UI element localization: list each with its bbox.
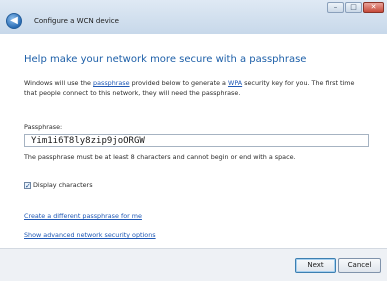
passphrase-label: Passphrase: bbox=[24, 123, 63, 131]
description-text: Windows will use the passphrase provided… bbox=[24, 78, 369, 98]
wizard-footer: Next Cancel bbox=[0, 248, 387, 281]
wcn-wizard-window: ◀ Configure a WCN device – □ ✕ Help make… bbox=[0, 0, 387, 281]
next-button[interactable]: Next bbox=[295, 258, 336, 273]
passphrase-link[interactable]: passphrase bbox=[93, 79, 130, 87]
window-title: Configure a WCN device bbox=[34, 17, 119, 25]
window-controls: – □ ✕ bbox=[327, 2, 384, 13]
display-characters-option[interactable]: ✓ Display characters bbox=[24, 180, 93, 190]
description-part: Windows will use the bbox=[24, 79, 94, 87]
passphrase-input[interactable] bbox=[24, 134, 369, 147]
description-part: provided below to generate a bbox=[129, 79, 228, 87]
maximize-button[interactable]: □ bbox=[345, 2, 362, 13]
wizard-content: Help make your network more secure with … bbox=[0, 34, 387, 248]
create-different-passphrase-link[interactable]: Create a different passphrase for me bbox=[24, 212, 142, 220]
display-characters-label: Display characters bbox=[33, 181, 93, 189]
passphrase-hint: The passphrase must be at least 8 charac… bbox=[24, 153, 296, 161]
advanced-security-options-link[interactable]: Show advanced network security options bbox=[24, 231, 156, 239]
page-heading: Help make your network more secure with … bbox=[24, 54, 307, 65]
display-characters-checkbox[interactable]: ✓ bbox=[24, 181, 31, 189]
close-button[interactable]: ✕ bbox=[363, 2, 384, 13]
wpa-link[interactable]: WPA bbox=[228, 79, 242, 87]
minimize-button[interactable]: – bbox=[327, 2, 344, 13]
title-bar: ◀ Configure a WCN device – □ ✕ bbox=[0, 0, 387, 34]
cancel-button[interactable]: Cancel bbox=[338, 258, 381, 273]
back-arrow-icon[interactable]: ◀ bbox=[6, 13, 22, 29]
